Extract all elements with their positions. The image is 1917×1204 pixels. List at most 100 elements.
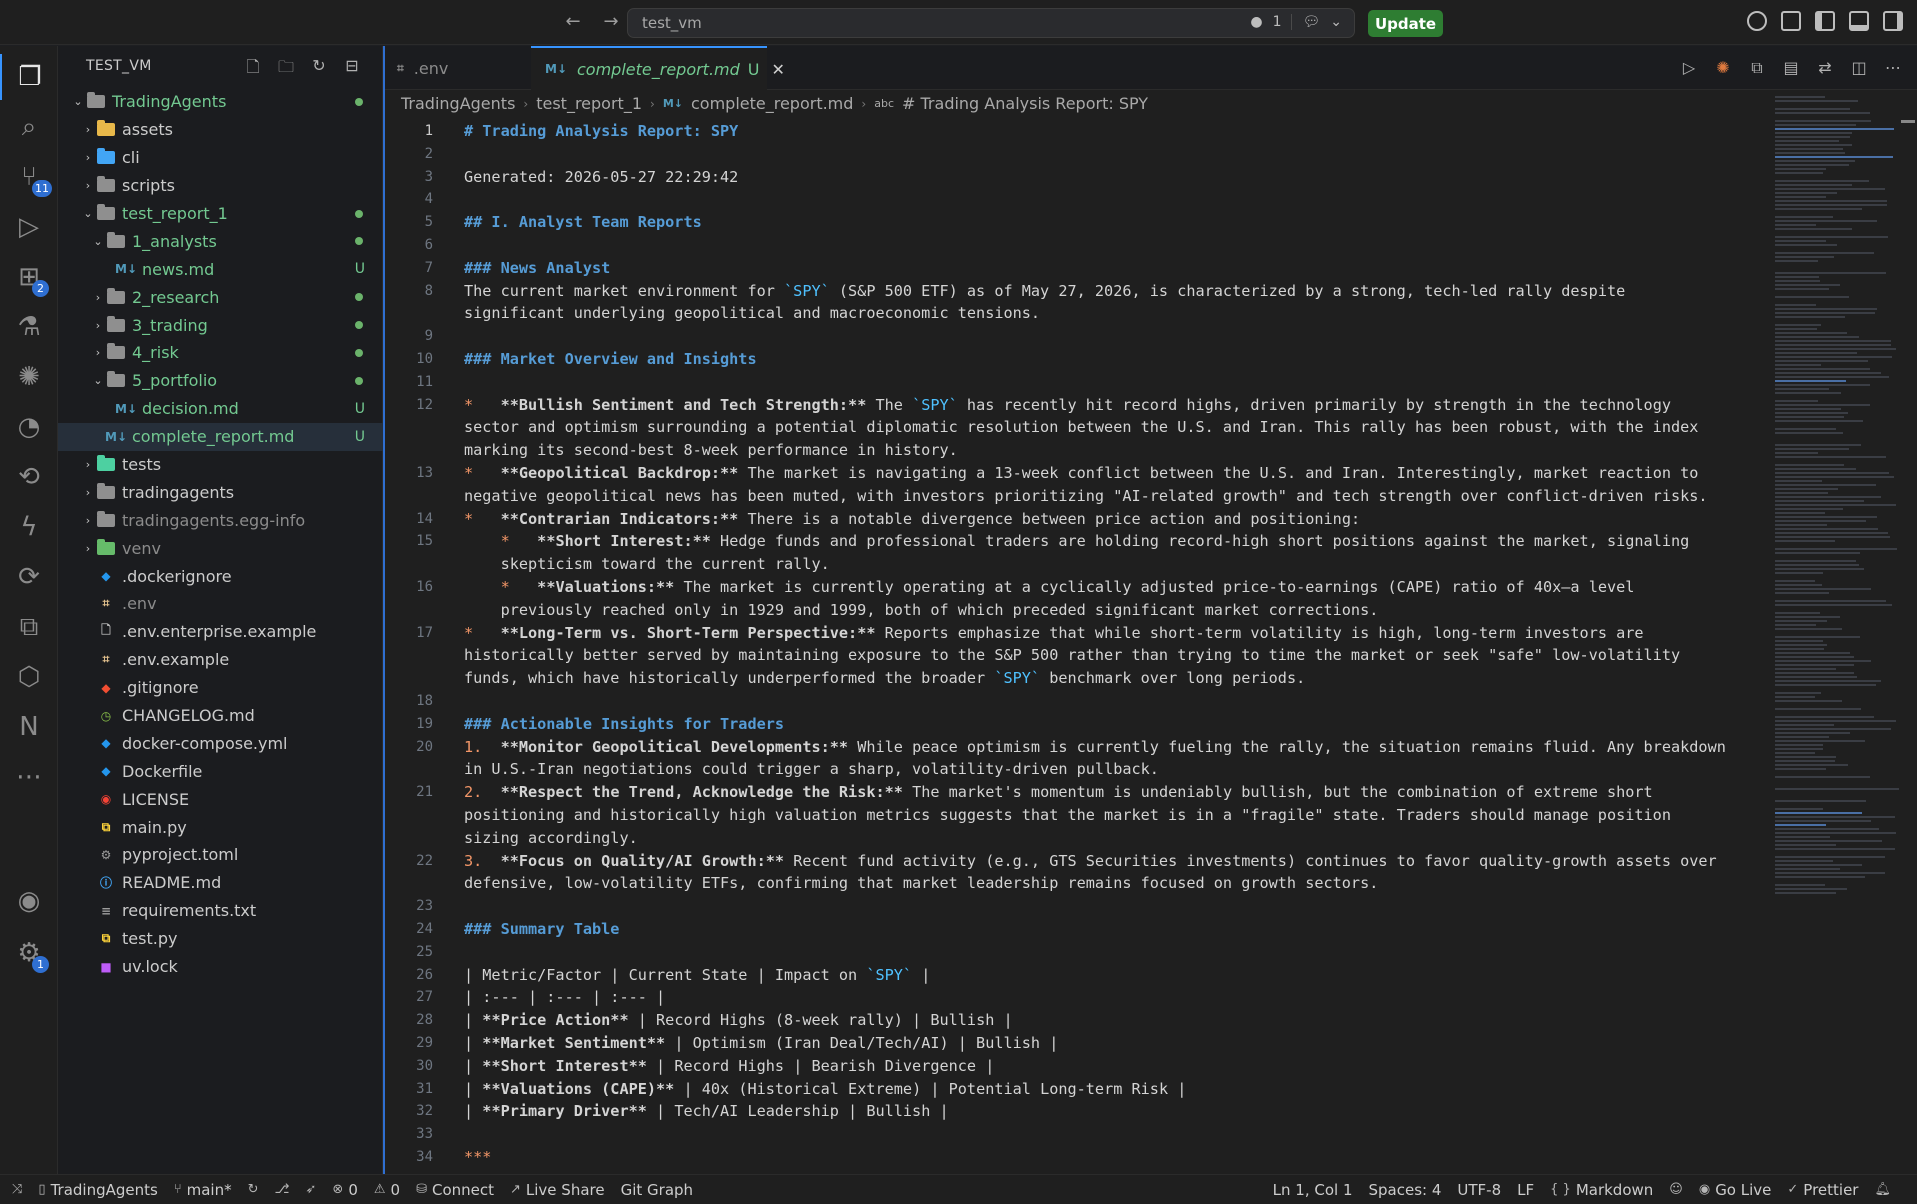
- run-icon[interactable]: ▷: [1679, 58, 1699, 78]
- customize-layout-icon[interactable]: [1781, 11, 1801, 31]
- compare-icon[interactable]: ⇄: [1815, 58, 1835, 78]
- tree-item[interactable]: ⌄ test_report_1: [58, 200, 383, 228]
- tree-item[interactable]: M↓ decision.md U: [58, 395, 383, 423]
- tab-env[interactable]: ⌗ .env: [383, 46, 531, 90]
- tree-item[interactable]: ◉ LICENSE: [58, 785, 383, 813]
- git-graph-icon[interactable]: ⟲: [0, 454, 58, 500]
- tree-item[interactable]: M↓ news.md U: [58, 255, 383, 283]
- tree-item[interactable]: › tests: [58, 451, 383, 479]
- sync-status-item[interactable]: ↻: [248, 1182, 259, 1197]
- split-editor-icon[interactable]: ◫: [1849, 58, 1869, 78]
- tree-item[interactable]: ◆ .dockerignore: [58, 562, 383, 590]
- tree-item[interactable]: ⧉ main.py: [58, 813, 383, 841]
- spaces-4-status-item[interactable]: Spaces: 4: [1369, 1181, 1442, 1199]
- main-status-item[interactable]: ⑂ main*: [174, 1181, 232, 1199]
- account-icon[interactable]: ◉: [0, 878, 58, 924]
- tree-item[interactable]: ◷ CHANGELOG.md: [58, 702, 383, 730]
- toggle-panel-icon[interactable]: [1849, 11, 1869, 31]
- more-actions-icon[interactable]: ⋯: [1883, 58, 1903, 78]
- tree-item[interactable]: › 2_research: [58, 283, 383, 311]
- bell-status-item[interactable]: 🔔︎: [1874, 1182, 1891, 1197]
- breadcrumb-item[interactable]: complete_report.md: [691, 94, 853, 113]
- toggle-secondary-sidebar-icon[interactable]: [1883, 11, 1903, 31]
- utf-8-status-item[interactable]: UTF-8: [1457, 1181, 1501, 1199]
- tree-item[interactable]: ◆ Dockerfile: [58, 757, 383, 785]
- copilot-status-item[interactable]: ☺: [1669, 1182, 1683, 1197]
- tradingagents-status-item[interactable]: ▯ TradingAgents: [38, 1181, 157, 1199]
- breadcrumb-item[interactable]: # Trading Analysis Report: SPY: [902, 94, 1148, 113]
- tree-item[interactable]: ≡ requirements.txt: [58, 897, 383, 925]
- claude-icon[interactable]: ✺: [1713, 58, 1733, 78]
- go-live-status-item[interactable]: ◉ Go Live: [1699, 1181, 1772, 1199]
- tree-item[interactable]: 🗋︎ .env.enterprise.example: [58, 618, 383, 646]
- tree-item[interactable]: ⓘ README.md: [58, 869, 383, 897]
- python-icon[interactable]: ⧉: [0, 604, 58, 650]
- open-preview-icon[interactable]: ⧉: [1747, 58, 1767, 78]
- n8n-icon[interactable]: N: [0, 704, 58, 750]
- 0-status-item[interactable]: ⊗ 0: [332, 1181, 357, 1199]
- docker-icon[interactable]: ⬡: [0, 654, 58, 700]
- remote-explorer-icon[interactable]: ⟳: [0, 554, 58, 600]
- tree-item[interactable]: ⌄ TradingAgents: [58, 88, 383, 116]
- search-icon[interactable]: ⌕: [0, 104, 58, 150]
- tree-item[interactable]: ⌗ .env.example: [58, 646, 383, 674]
- 0-status-item[interactable]: ⚠ 0: [374, 1181, 400, 1199]
- explorer-icon[interactable]: ❐: [0, 54, 58, 100]
- tab-complete-report[interactable]: M↓ complete_report.md U ✕: [531, 46, 785, 90]
- preview-icon[interactable]: ▤: [1781, 58, 1801, 78]
- breadcrumb-item[interactable]: test_report_1: [536, 94, 642, 113]
- testing-icon[interactable]: ⚗: [0, 304, 58, 350]
- forward-arrow-icon[interactable]: →: [598, 8, 624, 34]
- prettier-status-item[interactable]: ✓ Prettier: [1787, 1181, 1858, 1199]
- connect-status-item[interactable]: ⛁ Connect: [416, 1181, 494, 1199]
- live-share-status-item[interactable]: ↗ Live Share: [510, 1181, 605, 1199]
- tree-item[interactable]: › 4_risk: [58, 339, 383, 367]
- tree-item[interactable]: ⌗ .env: [58, 590, 383, 618]
- chat-icon[interactable]: 💬︎: [1302, 14, 1320, 30]
- extensions-icon[interactable]: ⊞ 2: [0, 254, 58, 300]
- git-graph-status-item[interactable]: Git Graph: [621, 1181, 693, 1199]
- markdown-status-item[interactable]: { } Markdown: [1550, 1181, 1653, 1199]
- settings-icon[interactable]: ⚙ 1: [0, 930, 58, 976]
- thunder-client-icon[interactable]: ϟ: [0, 504, 58, 550]
- scrollbar-indicator[interactable]: [1901, 120, 1915, 123]
- ln-1-col-1-status-item[interactable]: Ln 1, Col 1: [1273, 1181, 1353, 1199]
- tree-item[interactable]: › tradingagents: [58, 478, 383, 506]
- tree-item[interactable]: › assets: [58, 116, 383, 144]
- breadcrumb-item[interactable]: TradingAgents: [401, 94, 515, 113]
- update-button[interactable]: Update: [1368, 10, 1443, 37]
- copilot-title-icon[interactable]: [1747, 11, 1767, 31]
- source-control-icon[interactable]: ⑂ 11: [0, 154, 58, 200]
- lf-status-item[interactable]: LF: [1517, 1181, 1534, 1199]
- tree-item[interactable]: › venv: [58, 534, 383, 562]
- tree-item[interactable]: ◆ .gitignore: [58, 674, 383, 702]
- new-folder-icon[interactable]: 🗀︎: [276, 56, 296, 83]
- tree-item[interactable]: ⌄ 1_analysts: [58, 227, 383, 255]
- toggle-primary-sidebar-icon[interactable]: [1815, 11, 1835, 31]
- new-file-icon[interactable]: 🗋︎: [243, 56, 263, 83]
- minimap[interactable]: [1775, 96, 1899, 916]
- graph-status-item[interactable]: ⎇: [275, 1182, 290, 1197]
- more-icon[interactable]: ⋯: [0, 754, 58, 800]
- tree-item[interactable]: › tradingagents.egg-info: [58, 506, 383, 534]
- collapse-all-icon[interactable]: ⊟: [342, 56, 362, 83]
- tree-item[interactable]: ◆ docker-compose.yml: [58, 729, 383, 757]
- tree-item[interactable]: ⧉ test.py: [58, 925, 383, 953]
- tree-item[interactable]: ⌄ 5_portfolio: [58, 367, 383, 395]
- command-center[interactable]: test_vm ● 1 💬︎ ⌄: [627, 8, 1355, 38]
- rocket-status-item[interactable]: ➶: [306, 1182, 317, 1197]
- tree-item[interactable]: M↓ complete_report.md U: [58, 422, 383, 451]
- tree-item[interactable]: › cli: [58, 144, 383, 172]
- tree-item[interactable]: › 3_trading: [58, 311, 383, 339]
- tree-item[interactable]: › scripts: [58, 172, 383, 200]
- tree-item[interactable]: ⚙ pyproject.toml: [58, 841, 383, 869]
- chevron-down-icon[interactable]: ⌄: [1330, 14, 1342, 30]
- remote-status-item[interactable]: ⤨: [12, 1182, 22, 1197]
- refresh-icon[interactable]: ↻: [309, 56, 329, 83]
- run-debug-icon[interactable]: ▷: [0, 204, 58, 250]
- timeline-icon[interactable]: ◔: [0, 404, 58, 450]
- tree-item[interactable]: ■ uv.lock: [58, 953, 383, 981]
- back-arrow-icon[interactable]: ←: [560, 8, 586, 34]
- close-icon[interactable]: ✕: [772, 60, 785, 79]
- claude-icon[interactable]: ✺: [0, 354, 58, 400]
